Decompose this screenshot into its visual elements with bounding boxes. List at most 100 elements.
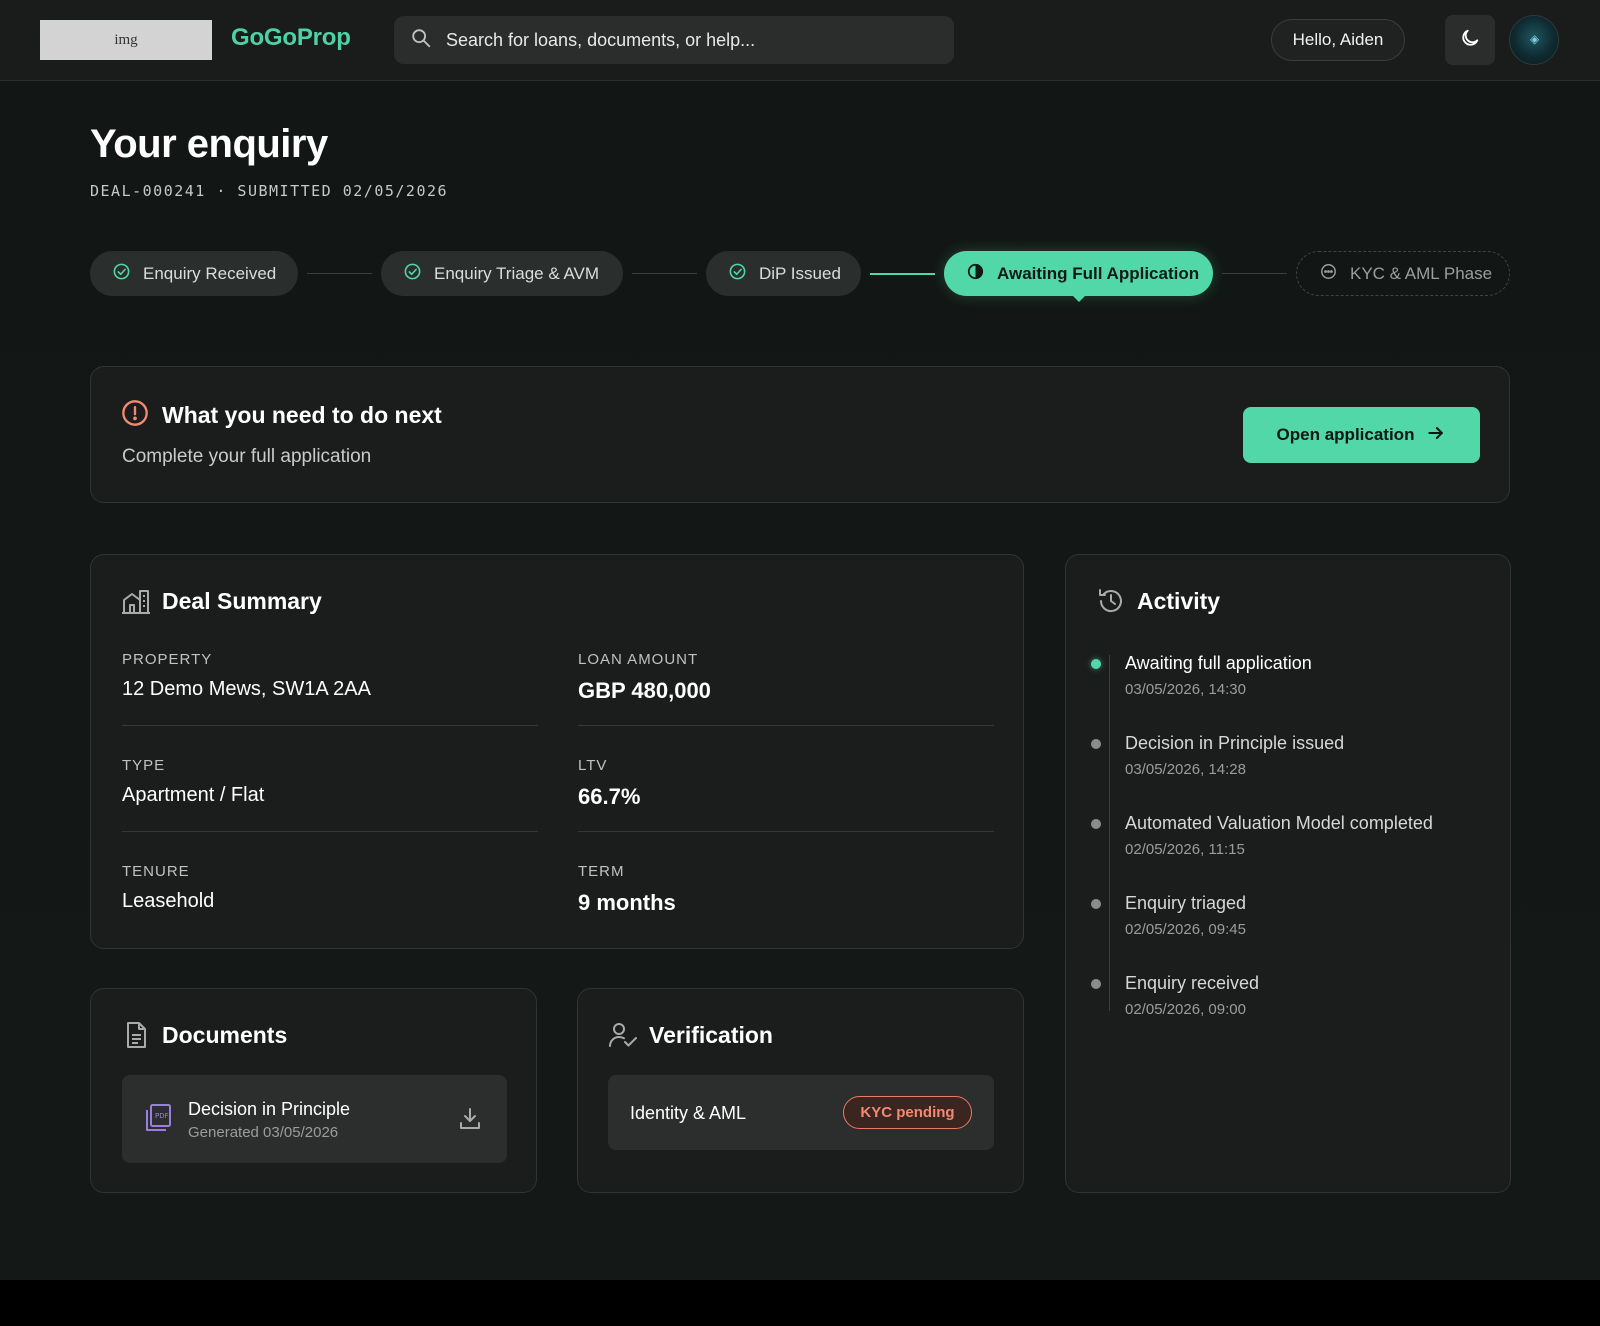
activity-time: 03/05/2026, 14:28 <box>1125 761 1246 778</box>
field-type: TYPE Apartment / Flat <box>122 757 538 807</box>
step-label: Enquiry Received <box>143 263 277 283</box>
step-dip-issued[interactable]: DiP Issued <box>706 251 861 296</box>
document-date: Generated 03/05/2026 <box>188 1124 339 1141</box>
page-title: Your enquiry <box>90 122 328 166</box>
field-term: TERM 9 months <box>578 863 994 916</box>
activity-title-text: Automated Valuation Model completed <box>1125 813 1433 833</box>
half-circle-icon <box>966 262 997 286</box>
search-icon <box>410 27 432 54</box>
timeline-dot <box>1091 819 1101 829</box>
pdf-icon: PDF <box>144 1103 172 1133</box>
activity-time: 03/05/2026, 14:30 <box>1125 681 1246 698</box>
divider <box>122 831 538 832</box>
field-label: LTV <box>578 757 608 774</box>
field-value: Leasehold <box>122 890 215 912</box>
field-value: Apartment / Flat <box>122 784 265 806</box>
user-check-icon <box>608 1020 638 1050</box>
document-name: Decision in Principle <box>188 1099 351 1119</box>
download-icon[interactable] <box>458 1106 482 1132</box>
timeline-line <box>1109 655 1110 1011</box>
field-label: LOAN AMOUNT <box>578 651 699 668</box>
activity-title-text: Enquiry triaged <box>1125 893 1247 913</box>
activity-time: 02/05/2026, 11:15 <box>1125 841 1245 858</box>
svg-text:PDF: PDF <box>155 1112 169 1120</box>
timeline-dot-current <box>1091 659 1101 669</box>
step-connector-active <box>870 273 935 275</box>
field-property: PROPERTY 12 Demo Mews, SW1A 2AA <box>122 651 538 701</box>
check-circle-icon <box>728 262 759 286</box>
field-value: 12 Demo Mews, SW1A 2AA <box>122 678 371 700</box>
open-application-button[interactable]: Open application <box>1243 407 1480 463</box>
activity-title-text: Decision in Principle issued <box>1125 733 1345 753</box>
document-item[interactable]: PDF Decision in Principle Generated 03/0… <box>122 1075 507 1163</box>
activity-time: 02/05/2026, 09:00 <box>1125 1001 1246 1018</box>
verification-title: Verification <box>649 1022 773 1048</box>
timeline-dot <box>1091 739 1101 749</box>
user-avatar[interactable]: ◈ <box>1509 15 1559 65</box>
step-enquiry-triage[interactable]: Enquiry Triage & AVM <box>381 251 623 296</box>
step-awaiting-full-application[interactable]: Awaiting Full Application <box>944 251 1213 296</box>
activity-card: Activity Awaiting full application 03/05… <box>1065 554 1511 1193</box>
verification-label: Identity & AML <box>630 1103 747 1123</box>
button-label: Open application <box>1276 425 1415 444</box>
activity-title: Activity <box>1137 588 1221 614</box>
arrow-right-icon <box>1414 423 1446 448</box>
divider <box>578 831 994 832</box>
divider <box>122 725 538 726</box>
step-connector <box>307 273 372 274</box>
brand-name[interactable]: GoGoProp <box>231 24 351 52</box>
timeline-dot <box>1091 899 1101 909</box>
field-value: GBP 480,000 <box>578 678 711 703</box>
divider <box>578 725 994 726</box>
field-label: TENURE <box>122 863 190 880</box>
field-loan-amount: LOAN AMOUNT GBP 480,000 <box>578 651 994 704</box>
step-connector <box>632 273 697 274</box>
step-label: DiP Issued <box>759 263 841 283</box>
check-circle-icon <box>112 262 143 286</box>
moon-icon <box>1459 27 1481 54</box>
field-ltv: LTV 66.7% <box>578 757 994 810</box>
timeline-dot <box>1091 979 1101 989</box>
field-value: 9 months <box>578 890 676 915</box>
avatar-image-icon: ◈ <box>1530 32 1540 46</box>
field-tenure: TENURE Leasehold <box>122 863 538 913</box>
top-header: img GoGoProp Search for loans, documents… <box>0 0 1600 81</box>
history-icon <box>1096 586 1126 616</box>
alert-circle-icon <box>121 399 149 427</box>
deal-reference: DEAL-000241 · SUBMITTED 02/05/2026 <box>90 182 449 200</box>
documents-card: Documents PDF Decision in Principle Gene… <box>90 988 537 1193</box>
kyc-status-badge: KYC pending <box>843 1096 972 1129</box>
step-label: Awaiting Full Application <box>997 263 1200 283</box>
pending-circle-icon <box>1319 262 1350 286</box>
step-kyc-aml-phase[interactable]: KYC & AML Phase <box>1296 251 1510 296</box>
field-value: 66.7% <box>578 784 641 809</box>
next-step-description: Complete your full application <box>122 446 372 467</box>
next-step-card: What you need to do next Complete your f… <box>90 366 1510 503</box>
deal-summary-title: Deal Summary <box>162 588 322 614</box>
activity-title-text: Enquiry received <box>1125 973 1260 993</box>
activity-time: 02/05/2026, 09:45 <box>1125 921 1246 938</box>
app-root: img GoGoProp Search for loans, documents… <box>0 0 1600 1280</box>
verification-card: Verification Identity & AML KYC pending <box>577 988 1024 1193</box>
check-circle-icon <box>403 262 434 286</box>
activity-title-text: Awaiting full application <box>1125 653 1312 673</box>
deal-summary-card: Deal Summary PROPERTY 12 Demo Mews, SW1A… <box>90 554 1024 949</box>
search-bar[interactable]: Search for loans, documents, or help... <box>394 16 954 64</box>
field-label: PROPERTY <box>122 651 213 668</box>
step-label: Enquiry Triage & AVM <box>434 263 600 283</box>
step-enquiry-received[interactable]: Enquiry Received <box>90 251 298 296</box>
greeting-pill[interactable]: Hello, Aiden <box>1271 19 1405 61</box>
active-step-caret <box>1071 294 1087 302</box>
next-step-title: What you need to do next <box>162 402 442 428</box>
theme-toggle-button[interactable] <box>1445 15 1495 65</box>
step-connector <box>1222 273 1287 274</box>
documents-title: Documents <box>162 1022 288 1048</box>
verification-item: Identity & AML KYC pending <box>608 1075 994 1150</box>
document-icon <box>121 1020 151 1050</box>
search-input[interactable]: Search for loans, documents, or help... <box>446 30 755 51</box>
field-label: TERM <box>578 863 625 880</box>
building-icon <box>121 586 151 616</box>
field-label: TYPE <box>122 757 166 774</box>
step-label: KYC & AML Phase <box>1350 263 1493 283</box>
logo-image[interactable]: img <box>40 20 212 60</box>
